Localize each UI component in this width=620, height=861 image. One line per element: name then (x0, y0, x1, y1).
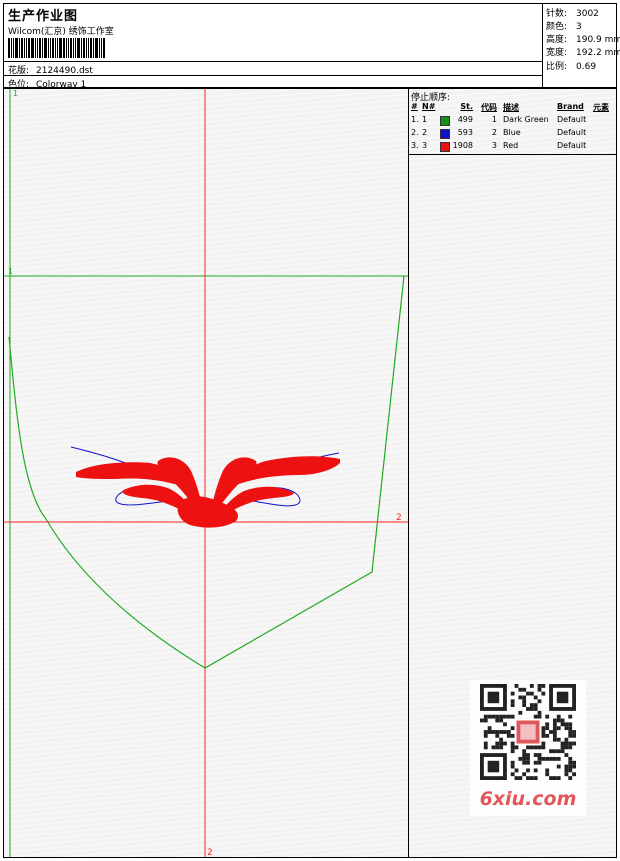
barcode (8, 38, 106, 58)
header-no: N# (422, 102, 436, 111)
header-code: 代码 (481, 103, 497, 112)
row-code: 1 (491, 115, 497, 124)
row-no: 3 (422, 141, 428, 150)
row-brand: Default (557, 128, 587, 137)
header-divider (4, 75, 542, 76)
table-divider (409, 154, 616, 155)
color-row[interactable]: 1. 1 499 1 Dark Green Default (409, 114, 616, 127)
production-worksheet: 生产作业图 Wilcom(汇京) 绣饰工作室 花版: 2124490.dst 色位… (0, 0, 620, 861)
colors-value: 3 (576, 22, 582, 32)
height-row: 高度: 190.9 mm (546, 32, 620, 45)
row-idx: 3. (411, 141, 419, 150)
row-code: 2 (491, 128, 497, 137)
row-stitches: 499 (457, 115, 473, 124)
height-label: 高度: (546, 35, 568, 45)
stitches-value: 3002 (576, 9, 599, 19)
qr-code-icon (480, 684, 576, 780)
width-label: 宽度: (546, 48, 568, 58)
design-drawing (4, 89, 408, 857)
row-no: 2 (422, 128, 428, 137)
row-description: Blue (503, 128, 521, 137)
row-no: 1 (422, 115, 428, 124)
header-brand: Brand (557, 102, 584, 111)
garment-outline (8, 275, 405, 669)
header-panel: 生产作业图 Wilcom(汇京) 绣饰工作室 花版: 2124490.dst 色位… (3, 3, 620, 90)
header-idx: # (411, 102, 418, 111)
color-row[interactable]: 2. 2 593 2 Blue Default (409, 127, 616, 140)
row-description: Dark Green (503, 115, 549, 124)
stats-panel: 针数: 3002 颜色: 3 高度: 190.9 mm 宽度: 192.2 mm 比例:… (542, 4, 620, 89)
row-stitches: 593 (457, 128, 473, 137)
scale-label: 比例: (546, 62, 568, 72)
marker-frame-left: 1 (8, 267, 14, 276)
width-row: 宽度: 192.2 mm (546, 45, 620, 58)
scale-value: 0.69 (576, 62, 597, 72)
stitches-row: 针数: 3002 (546, 6, 599, 19)
height-value: 190.9 mm (576, 35, 620, 45)
red-embroidery-motif (76, 456, 340, 528)
row-code: 3 (491, 141, 497, 150)
row-description: Red (503, 141, 519, 150)
marker-v-axis: 2 (207, 848, 213, 858)
marker-top-left: 1 (13, 89, 19, 98)
marker-h-axis: 2 (396, 513, 402, 523)
header-divider (4, 61, 542, 62)
design-canvas[interactable]: 1 1 2 2 (3, 88, 409, 858)
row-brand: Default (557, 141, 587, 150)
header-description: 描述 (503, 103, 519, 112)
color-table: # N# St. 代码 描述 Brand 元素 1. 1 499 1 Dark … (409, 101, 616, 153)
color-table-header: # N# St. 代码 描述 Brand 元素 (409, 101, 616, 114)
colors-label: 颜色: (546, 22, 568, 32)
stitches-label: 针数: (546, 9, 568, 19)
watermark: 6xiu.com (470, 680, 586, 816)
row-brand: Default (557, 115, 587, 124)
studio-name: Wilcom(汇京) 绣饰工作室 (8, 27, 114, 37)
watermark-text: 6xiu.com (479, 788, 577, 810)
row-idx: 1. (411, 115, 419, 124)
sheet-title: 生产作业图 (8, 9, 79, 24)
header-element: 元素 (593, 103, 609, 112)
header-stitches: St. (460, 102, 473, 111)
color-row[interactable]: 3. 3 1908 3 Red Default (409, 140, 616, 153)
colors-row: 颜色: 3 (546, 19, 582, 32)
width-value: 192.2 mm (576, 48, 620, 58)
row-idx: 2. (411, 128, 419, 137)
row-stitches: 1908 (452, 141, 473, 150)
scale-row: 比例: 0.69 (546, 59, 596, 72)
